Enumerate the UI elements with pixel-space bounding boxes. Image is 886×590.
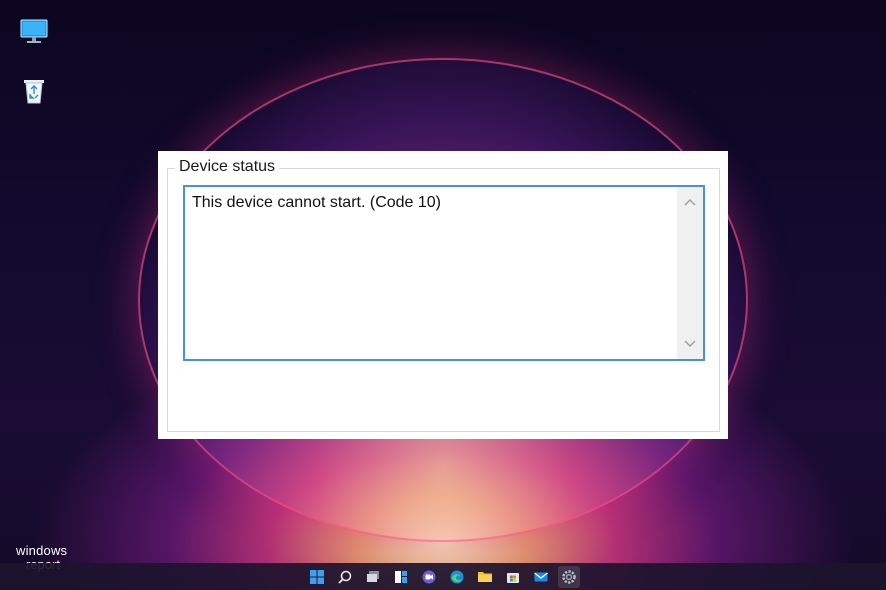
this-pc-desktop-icon[interactable]	[18, 16, 50, 48]
search-icon	[338, 570, 352, 584]
file-explorer-button[interactable]	[474, 566, 496, 588]
chat-icon	[422, 570, 436, 583]
recycle-bin-desktop-icon[interactable]	[18, 74, 50, 106]
taskbar	[0, 563, 886, 590]
desktop: Device status This device cannot start. …	[0, 0, 886, 590]
task-view-icon	[367, 570, 379, 582]
mail-icon	[534, 571, 548, 581]
scroll-up-button[interactable]	[677, 191, 703, 213]
device-status-textbox[interactable]: This device cannot start. (Code 10)	[183, 185, 705, 361]
file-explorer-icon	[478, 571, 492, 582]
edge-button[interactable]	[446, 566, 468, 588]
chevron-down-icon	[684, 340, 696, 348]
widgets-button[interactable]	[390, 566, 412, 588]
widgets-icon	[395, 570, 407, 583]
start-button[interactable]	[306, 566, 328, 588]
device-status-message[interactable]: This device cannot start. (Code 10)	[192, 194, 441, 212]
start-icon	[310, 569, 324, 584]
watermark-line1: windows	[16, 543, 68, 558]
scroll-down-button[interactable]	[677, 333, 703, 355]
status-scrollbar[interactable]	[677, 187, 703, 359]
device-status-title: Device status	[175, 157, 280, 177]
chat-button[interactable]	[418, 566, 440, 588]
device-properties-dialog: Device status This device cannot start. …	[158, 151, 728, 439]
search-button[interactable]	[334, 566, 356, 588]
monitor-icon	[20, 19, 48, 43]
store-icon	[507, 572, 519, 583]
settings-button[interactable]	[558, 565, 580, 588]
chevron-up-icon	[684, 198, 696, 206]
mail-button[interactable]	[530, 566, 552, 588]
settings-icon	[562, 569, 576, 584]
store-button[interactable]	[502, 566, 524, 588]
task-view-button[interactable]	[362, 566, 384, 588]
recycle-bin-icon	[24, 80, 44, 104]
edge-icon	[450, 570, 464, 583]
